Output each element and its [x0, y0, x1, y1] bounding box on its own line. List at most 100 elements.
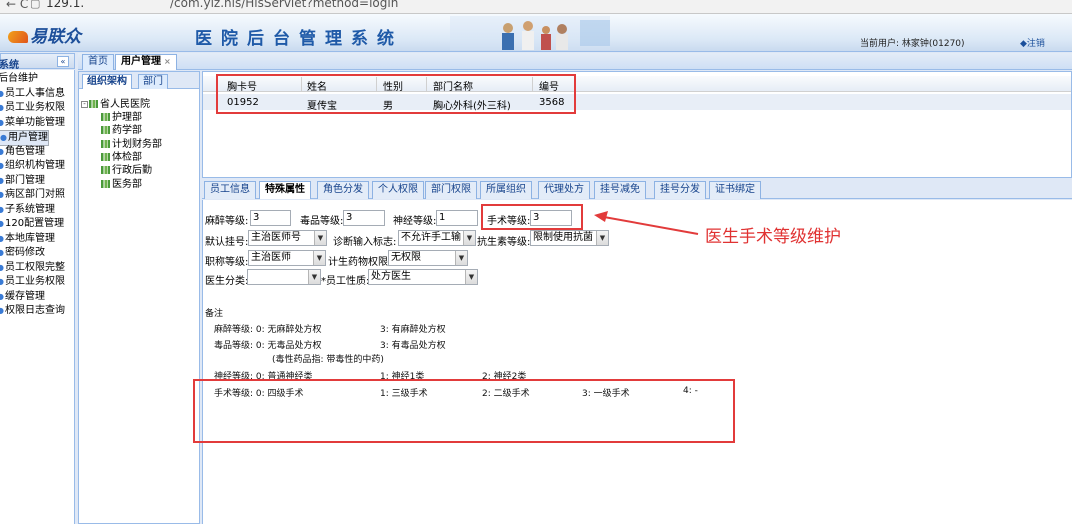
collapse-icon[interactable]: « [57, 56, 69, 67]
detail-tab[interactable]: 挂号分发 [654, 181, 706, 199]
org-panel: 组织架构 部门 - 省人民医院 护理部 药学部 计划财务部 体检部 行政后勤 医务部 [78, 71, 200, 524]
org-tree-icon [101, 113, 110, 121]
detail-tab[interactable]: 所属组织 [480, 181, 532, 199]
highlight-box-surgery [481, 204, 583, 230]
sidebar-item-label: 员工业务权限 [4, 102, 65, 113]
sidebar-item[interactable]: ●员工人事信息 [0, 87, 65, 101]
bullet-icon: ● [0, 263, 4, 272]
diag-input-value: 不允许手工输 [401, 232, 461, 243]
sidebar-item[interactable]: ●角色管理 [0, 145, 45, 159]
sidebar-item-label: 用户管理 [7, 132, 48, 143]
title-grade-label: 职称等级: [205, 257, 249, 268]
sidebar-item-label: 本地库管理 [4, 232, 55, 244]
anesthesia-label: 麻醉等级: [205, 216, 249, 227]
sidebar-item[interactable]: ●部门管理 [0, 174, 45, 188]
brand-logo: 易联众 [8, 22, 81, 47]
sidebar-item[interactable]: ●员工业务权限 [0, 275, 65, 289]
detail-tab[interactable]: 角色分发 [317, 181, 369, 199]
nerve-label: 神经等级: [393, 216, 437, 227]
close-icon[interactable]: × [164, 57, 171, 66]
detail-tab[interactable]: 个人权限 [372, 181, 424, 199]
sidebar-item[interactable]: ●菜单功能管理 [0, 116, 65, 130]
sidebar-item[interactable]: ●120配置管理 [0, 217, 64, 231]
tree-node[interactable]: 体检部 [101, 151, 142, 164]
sidebar-item[interactable]: ●本地库管理 [0, 232, 55, 246]
bullet-icon: ● [0, 219, 4, 228]
sidebar-item-label: 权限日志查询 [4, 305, 65, 316]
chevron-down-icon[interactable]: ▼ [308, 270, 320, 284]
sidebar-item[interactable]: ●子系统管理 [0, 203, 55, 217]
sidebar-item[interactable]: ●缓存管理 [0, 290, 45, 304]
detail-tab[interactable]: 挂号减免 [594, 181, 646, 199]
default-reg-select[interactable]: 主治医师号 ▼ [248, 230, 327, 246]
org-tree-icon [101, 126, 110, 135]
chevron-down-icon[interactable]: ▼ [455, 251, 467, 265]
tab-home[interactable]: 首页 [82, 54, 114, 70]
diag-input-select[interactable]: 不允许手工输 ▼ [398, 230, 476, 246]
tab-user-management[interactable]: 用户管理 × [115, 54, 177, 70]
browser-nav-buttons[interactable]: ← C [6, 0, 28, 11]
tree-root[interactable]: - 省人民医院 [81, 98, 150, 111]
annotation-text: 医生手术等级维护 [705, 227, 841, 247]
url-host[interactable]: 129.1. [46, 0, 84, 10]
sidebar-item-label: 缓存管理 [4, 290, 45, 302]
sidebar-item-label: 菜单功能管理 [4, 116, 65, 128]
detail-tab[interactable]: 代理处方 [538, 181, 590, 199]
sidebar-item[interactable]: ●员工权限完整 [0, 261, 65, 275]
family-planning-value: 无权限 [391, 252, 421, 263]
logout-link[interactable]: ◆注销 [1020, 36, 1045, 49]
antibiotic-value: 限制使用抗菌 [533, 232, 593, 243]
family-planning-select[interactable]: 无权限 ▼ [388, 250, 468, 266]
chevron-down-icon[interactable]: ▼ [463, 231, 475, 245]
tree-node[interactable]: 计划财务部 [101, 138, 162, 151]
sidebar-item[interactable]: ●权限日志查询 [0, 304, 65, 318]
antibiotic-label: 抗生素等级: [477, 237, 531, 248]
detail-tab[interactable]: 员工信息 [204, 181, 256, 199]
bullet-icon: ● [0, 103, 4, 112]
url-path[interactable]: /com.ylz.his/HisServlet?method=login [170, 0, 398, 10]
sidebar-item[interactable]: ●组织机构管理 [0, 159, 65, 173]
chevron-down-icon[interactable]: ▼ [313, 251, 325, 265]
anesthesia-input[interactable]: 3 [250, 210, 291, 226]
tab-org-structure[interactable]: 组织架构 [82, 74, 132, 89]
staff-type-select[interactable]: 处方医生 ▼ [368, 269, 478, 285]
sidebar-item[interactable]: ●病区部门对照 [0, 188, 65, 202]
doctor-class-select[interactable]: ▼ [247, 269, 321, 285]
org-tree-icon [101, 152, 110, 161]
sidebar-item-label: 后台维护 [0, 73, 38, 84]
chevron-down-icon[interactable]: ▼ [314, 231, 326, 245]
left-panel-title: 系统 [0, 60, 19, 71]
sidebar-item[interactable]: ●密码修改 [0, 246, 45, 260]
chevron-down-icon[interactable]: ▼ [465, 270, 477, 284]
tree-node-label: 医务部 [112, 178, 142, 190]
sidebar-item[interactable]: 后台维护 [0, 72, 38, 86]
tree-node-label: 体检部 [112, 151, 142, 163]
tab-department[interactable]: 部门 [138, 74, 168, 89]
bullet-icon: ● [0, 147, 4, 156]
system-title: 医院后台管理系统 [195, 29, 403, 49]
default-reg-label: 默认挂号: [205, 237, 249, 248]
sidebar-item-label: 部门管理 [4, 174, 45, 186]
browser-address-bar: ← C ▢ 129.1. /com.ylz.his/HisServlet?met… [0, 0, 1072, 14]
sidebar-item-label: 员工业务权限 [4, 276, 65, 287]
bullet-icon: ● [0, 161, 4, 170]
tree-node[interactable]: 药学部 [101, 124, 142, 137]
page-icon: ▢ [30, 0, 41, 10]
tree-node[interactable]: 护理部 [101, 111, 142, 124]
bullet-icon: ● [0, 176, 4, 185]
tree-node[interactable]: 行政后勤 [101, 164, 152, 177]
poison-input[interactable]: 3 [343, 210, 385, 226]
note-poison-3: 3: 有毒品处方权 [380, 341, 446, 351]
sidebar-item[interactable]: ●员工业务权限 [0, 101, 65, 115]
nerve-input[interactable]: 1 [436, 210, 478, 226]
title-grade-select[interactable]: 主治医师 ▼ [248, 250, 326, 266]
bullet-icon: ● [0, 190, 4, 199]
logo-text: 易联众 [30, 27, 81, 47]
highlight-box-grid [216, 74, 576, 114]
detail-tab[interactable]: 部门权限 [425, 181, 477, 199]
org-tree-icon [89, 100, 98, 108]
tree-node[interactable]: 医务部 [101, 178, 142, 191]
detail-tab[interactable]: 证书绑定 [709, 181, 761, 199]
collapse-tree-icon[interactable]: - [81, 100, 88, 108]
detail-tab[interactable]: 特殊属性 [259, 181, 311, 199]
